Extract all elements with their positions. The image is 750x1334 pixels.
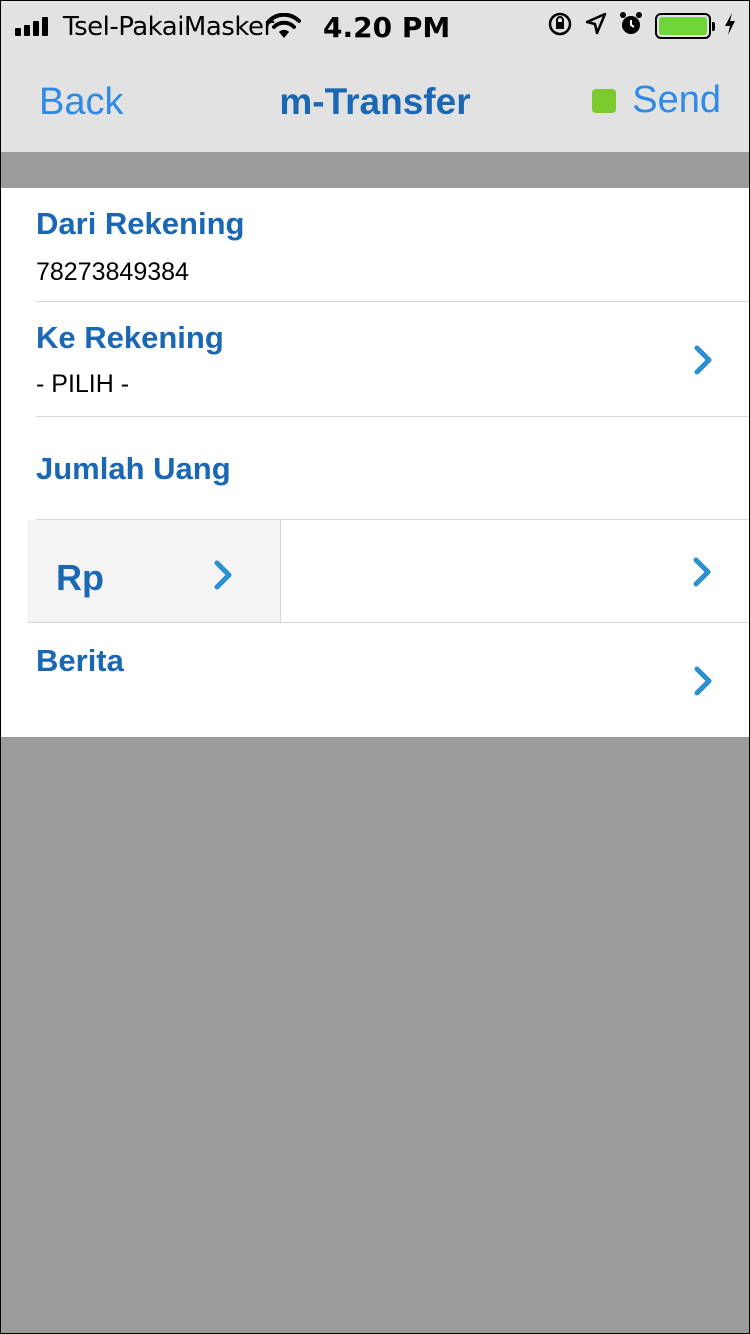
currency-selector[interactable]: Rp: [27, 520, 281, 622]
currency-label: Rp: [56, 557, 104, 598]
status-bar: Tsel-PakaiMasker 4.20 PM: [1, 1, 749, 51]
wifi-icon: [267, 12, 301, 43]
send-indicator-icon: [592, 88, 617, 113]
clock: 4.20 PM: [323, 11, 451, 44]
signal-icon: [15, 16, 48, 36]
to-account-value: - PILIH -: [36, 370, 130, 398]
to-account-row[interactable]: Ke Rekening - PILIH -: [1, 302, 749, 416]
navigation-bar: Back m-Transfer Send: [1, 51, 749, 153]
send-label: Send: [632, 79, 721, 121]
to-account-label: Ke Rekening: [36, 320, 224, 355]
carrier-name: Tsel-PakaiMasker: [63, 12, 274, 42]
amount-input[interactable]: [282, 520, 748, 622]
transfer-form: Dari Rekening 78273849384 Ke Rekening - …: [1, 188, 749, 737]
orientation-lock-icon: [547, 11, 573, 41]
chevron-right-icon: [690, 556, 716, 588]
from-account-row: Dari Rekening 78273849384: [1, 188, 749, 301]
send-button[interactable]: Send: [592, 79, 721, 122]
charging-icon: [723, 12, 737, 40]
amount-label: Jumlah Uang: [36, 451, 231, 486]
amount-row: Jumlah Uang: [1, 417, 749, 519]
alarm-icon: [619, 11, 643, 41]
chevron-right-icon: [211, 559, 237, 591]
chevron-right-icon: [691, 665, 717, 697]
location-icon: [585, 12, 607, 40]
from-account-value: 78273849384: [36, 258, 189, 286]
battery-icon: [655, 13, 715, 39]
from-account-label: Dari Rekening: [36, 206, 245, 241]
section-gap: [1, 154, 749, 188]
message-row[interactable]: Berita: [1, 623, 749, 737]
chevron-right-icon: [691, 344, 717, 376]
message-label: Berita: [36, 643, 124, 678]
